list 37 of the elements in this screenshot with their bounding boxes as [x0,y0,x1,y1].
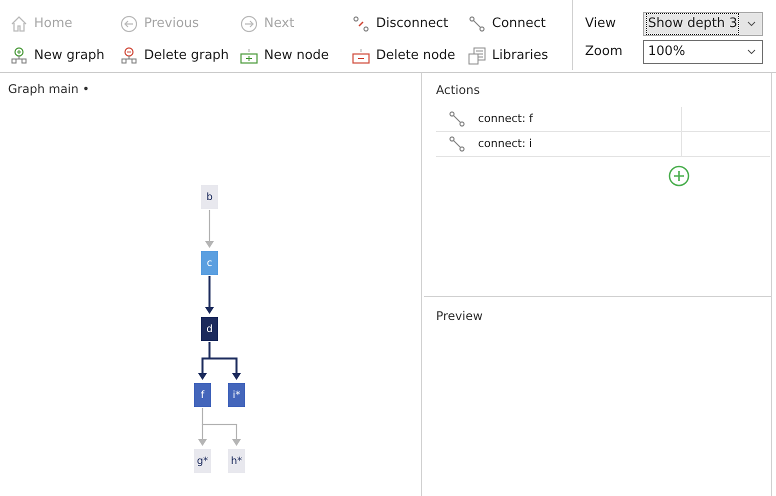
toolbar-button[interactable]: Delete graph [120,40,240,72]
chevron-down-icon [747,49,756,55]
toolbar-button[interactable]: Delete node [352,40,468,72]
field-label: View [585,15,617,34]
action-row[interactable]: connect: f [436,107,770,132]
toolbar-button[interactable]: Disconnect [352,8,468,40]
panel-title: Preview [436,308,484,325]
toolbar-button[interactable]: Connect [468,8,560,40]
documents-icon [468,47,486,65]
graph-node[interactable]: d [201,317,218,341]
dropdown[interactable]: Show depth 3 [643,12,763,36]
link-icon [448,135,466,153]
left-arrow-circle-icon [120,15,138,33]
panel-title: Graph main • [8,81,90,98]
toolbar-button[interactable]: Libraries [468,40,560,72]
graph-node[interactable]: i* [228,383,245,407]
dropdown[interactable]: 100% [643,40,763,64]
toolbar-button[interactable]: New graph [10,40,120,72]
toolbar-button[interactable]: New node [240,40,352,72]
graph-node[interactable]: g* [194,449,211,473]
graph-plus-icon [10,47,28,65]
home-icon [10,15,28,33]
chevron-down-icon [747,21,756,27]
right-arrow-circle-icon [240,15,258,33]
box-minus-icon [352,47,370,65]
graph-node[interactable]: b [201,185,218,209]
add-icon[interactable] [668,165,690,187]
graph-node[interactable]: f [194,383,211,407]
field-label: Zoom [585,43,624,62]
box-plus-icon [240,47,258,65]
link-icon [448,110,466,128]
graph-minus-icon [120,47,138,65]
action-row[interactable]: connect: i [436,132,770,157]
graph-node[interactable]: h* [228,449,245,473]
panel-title: Actions [436,82,481,99]
broken-link-icon [352,15,370,33]
link-icon [468,15,486,33]
